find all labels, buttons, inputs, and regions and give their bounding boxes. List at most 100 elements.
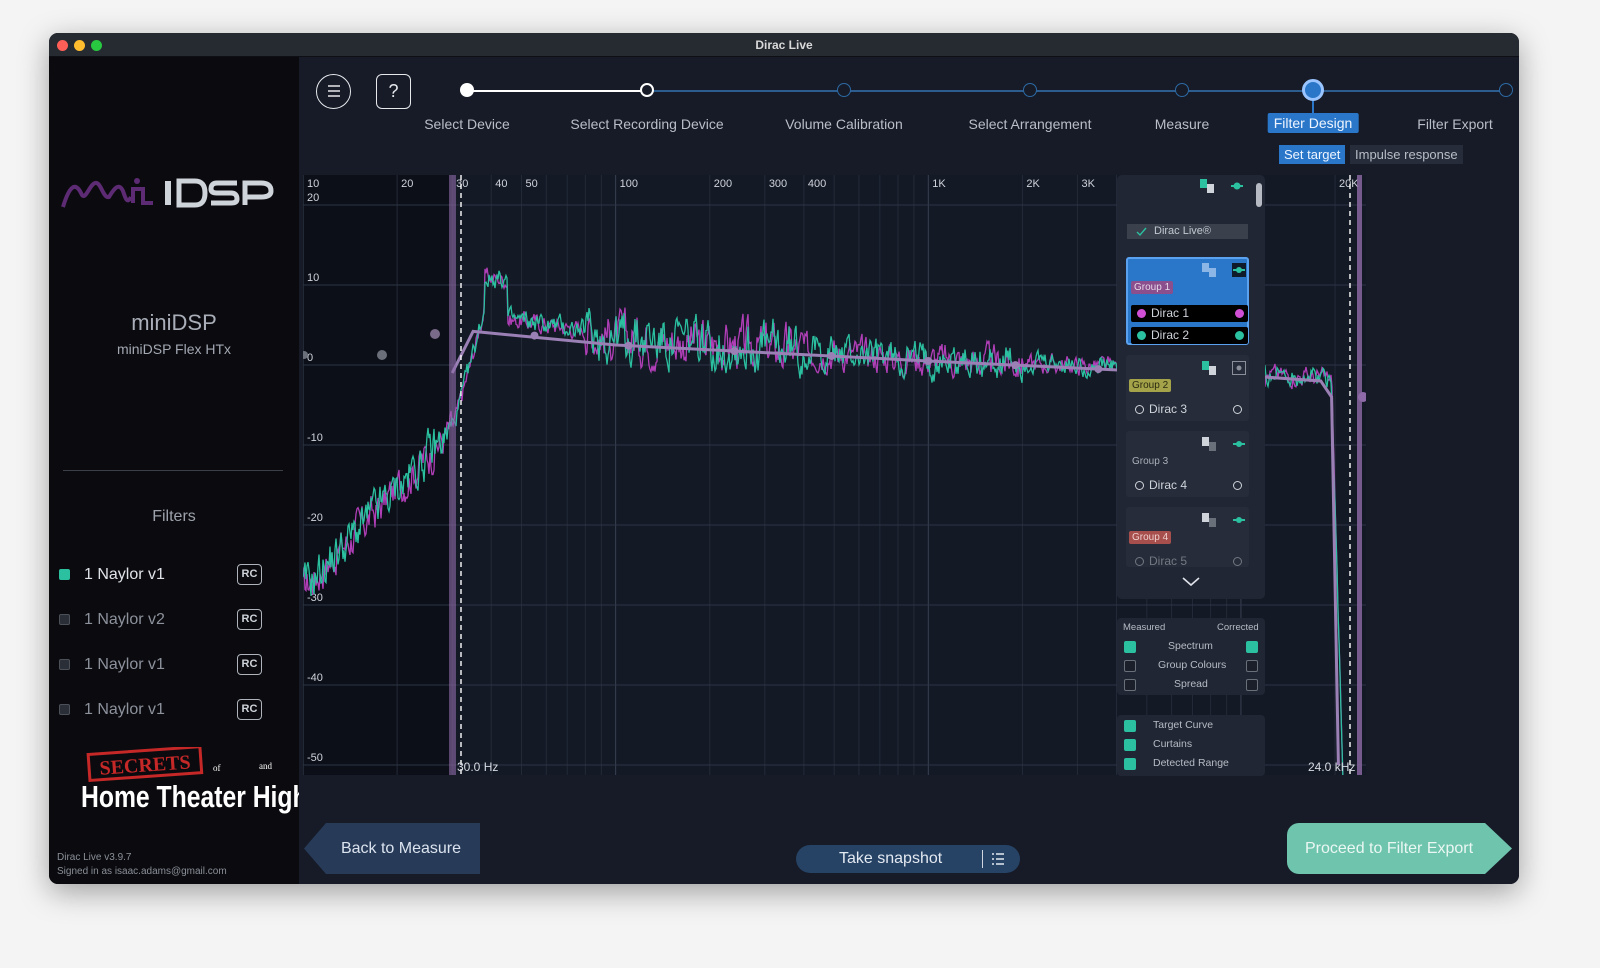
link-eye-icon[interactable] xyxy=(1232,513,1246,527)
spread-corrected-checkbox[interactable] xyxy=(1246,679,1258,691)
detected-range-label: Detected Range xyxy=(1153,757,1229,769)
scroll-down-chevron-icon[interactable] xyxy=(1117,569,1265,599)
x-tick-label: 20K xyxy=(1339,178,1359,190)
y-tick-label: -50 xyxy=(307,752,323,764)
group-1-card[interactable]: Group 1 Dirac 1 Dirac 2 xyxy=(1126,257,1249,345)
curtains-checkbox[interactable] xyxy=(1124,739,1136,751)
spectrum-label: Spectrum xyxy=(1168,640,1213,652)
group-colours-corrected-checkbox[interactable] xyxy=(1246,660,1258,672)
target-point xyxy=(827,352,836,361)
filter-checkbox[interactable] xyxy=(59,659,70,670)
proceed-to-filter-export-button[interactable]: Proceed to Filter Export xyxy=(1287,823,1512,874)
target-point xyxy=(1011,361,1020,370)
x-tick-label: 50 xyxy=(526,178,538,190)
filter-item-2[interactable]: 1 Naylor v2 RC xyxy=(59,609,279,633)
step-dot-measure[interactable] xyxy=(1175,83,1189,97)
channel-dirac-2[interactable]: Dirac 2 xyxy=(1131,327,1248,344)
link-eye-icon[interactable] xyxy=(1232,437,1246,451)
curve-options-panel: Target Curve Curtains Detected Range xyxy=(1117,715,1265,776)
step-dot-recording-device[interactable] xyxy=(640,83,654,97)
rc-badge[interactable]: RC xyxy=(237,699,262,720)
snapshot-list-icon[interactable] xyxy=(991,852,1005,866)
x-tick-label: 100 xyxy=(620,178,638,190)
help-button[interactable]: ? xyxy=(376,74,411,109)
group-list-scrollbar[interactable] xyxy=(1256,183,1262,207)
step-select-recording-device[interactable]: Select Recording Device xyxy=(570,116,723,132)
link-eye-icon[interactable] xyxy=(1232,361,1246,375)
filter-item-4[interactable]: 1 Naylor v1 RC xyxy=(59,699,279,723)
group-colour-icon[interactable] xyxy=(1202,437,1216,451)
step-dot-filter-design[interactable] xyxy=(1302,79,1324,101)
channel-enable-dot[interactable] xyxy=(1235,309,1244,318)
spectrum-corrected-checkbox[interactable] xyxy=(1246,641,1258,653)
channel-dirac-5[interactable]: Dirac 5 xyxy=(1129,553,1246,570)
rc-badge[interactable]: RC xyxy=(237,609,262,630)
step-dot-volume[interactable] xyxy=(837,83,851,97)
channel-enable-dot[interactable] xyxy=(1233,557,1242,566)
channel-colour-dot xyxy=(1135,405,1144,414)
filter-item-1[interactable]: 1 Naylor v1 RC xyxy=(59,564,279,588)
spread-measured-checkbox[interactable] xyxy=(1124,679,1136,691)
menu-button[interactable] xyxy=(316,74,351,109)
link-eye-icon[interactable] xyxy=(1230,179,1244,193)
spectrum-options-panel: Measured Corrected Spectrum Group Colour… xyxy=(1117,618,1265,695)
step-filter-export[interactable]: Filter Export xyxy=(1417,116,1492,132)
step-dot-select-device[interactable] xyxy=(460,83,474,97)
step-select-arrangement[interactable]: Select Arrangement xyxy=(969,116,1092,132)
y-tick-label: -10 xyxy=(307,432,323,444)
hamburger-menu-icon xyxy=(327,85,340,97)
group-colour-icon[interactable] xyxy=(1200,179,1214,193)
channel-enable-dot[interactable] xyxy=(1233,481,1242,490)
filter-checkbox[interactable] xyxy=(59,614,70,625)
watermark-and: and xyxy=(259,761,272,771)
group-colour-icon[interactable] xyxy=(1202,361,1216,375)
step-select-device[interactable]: Select Device xyxy=(424,116,510,132)
take-snapshot-button[interactable]: Take snapshot xyxy=(796,845,1020,873)
take-snapshot-label: Take snapshot xyxy=(839,850,943,867)
x-tick-label: 10 xyxy=(307,178,319,190)
back-to-measure-button[interactable]: Back to Measure xyxy=(304,823,480,874)
filter-item-3[interactable]: 1 Naylor v1 RC xyxy=(59,654,279,678)
step-measure[interactable]: Measure xyxy=(1155,116,1209,132)
progress-line-todo xyxy=(647,90,1507,92)
x-tick-label: 1K xyxy=(932,178,946,190)
y-tick-label: 10 xyxy=(307,272,319,284)
tab-impulse-response[interactable]: Impulse response xyxy=(1350,145,1463,164)
channel-dirac-1[interactable]: Dirac 1 xyxy=(1131,305,1248,322)
app-window: Dirac Live miniDSP miniDSP Flex HTx Filt… xyxy=(49,33,1519,884)
group-colours-measured-checkbox[interactable] xyxy=(1124,660,1136,672)
channel-enable-dot[interactable] xyxy=(1233,405,1242,414)
target-curve-label: Target Curve xyxy=(1153,719,1214,731)
filter-checkbox[interactable] xyxy=(59,704,70,715)
target-curve-checkbox[interactable] xyxy=(1124,720,1136,732)
channel-colour-dot xyxy=(1135,557,1144,566)
tab-set-target[interactable]: Set target xyxy=(1279,145,1346,164)
channel-enable-dot[interactable] xyxy=(1235,331,1244,340)
x-tick-label: 3K xyxy=(1081,178,1095,190)
group-3-card[interactable]: Group 3 Dirac 4 xyxy=(1126,431,1249,497)
x-tick-label: 300 xyxy=(769,178,787,190)
channel-colour-dot xyxy=(1135,481,1144,490)
channel-label: Dirac 2 xyxy=(1151,328,1190,342)
link-eye-icon[interactable] xyxy=(1232,263,1246,277)
step-dot-arrangement[interactable] xyxy=(1023,83,1037,97)
channel-dirac-3[interactable]: Dirac 3 xyxy=(1129,401,1246,418)
group-2-card[interactable]: Group 2 Dirac 3 xyxy=(1126,355,1249,421)
hidden-target-point xyxy=(377,350,387,360)
x-tick-label: 40 xyxy=(495,178,507,190)
step-filter-design[interactable]: Filter Design xyxy=(1267,113,1359,133)
step-dot-filter-export[interactable] xyxy=(1499,83,1513,97)
channel-dirac-4[interactable]: Dirac 4 xyxy=(1129,477,1246,494)
spectrum-measured-checkbox[interactable] xyxy=(1124,641,1136,653)
group-colour-icon[interactable] xyxy=(1202,513,1216,527)
group-4-card[interactable]: Group 4 Dirac 5 xyxy=(1126,507,1249,570)
group-colour-icon[interactable] xyxy=(1202,263,1216,277)
high-curtain-label: 24.0 kHz xyxy=(1308,760,1355,774)
rc-badge[interactable]: RC xyxy=(237,654,262,675)
channel-colour-dot xyxy=(1137,331,1146,340)
detected-range-checkbox[interactable] xyxy=(1124,758,1136,770)
filter-checkbox[interactable] xyxy=(59,569,70,580)
step-volume-calibration[interactable]: Volume Calibration xyxy=(785,116,903,132)
watermark-of: of xyxy=(213,763,221,773)
rc-badge[interactable]: RC xyxy=(237,564,262,585)
